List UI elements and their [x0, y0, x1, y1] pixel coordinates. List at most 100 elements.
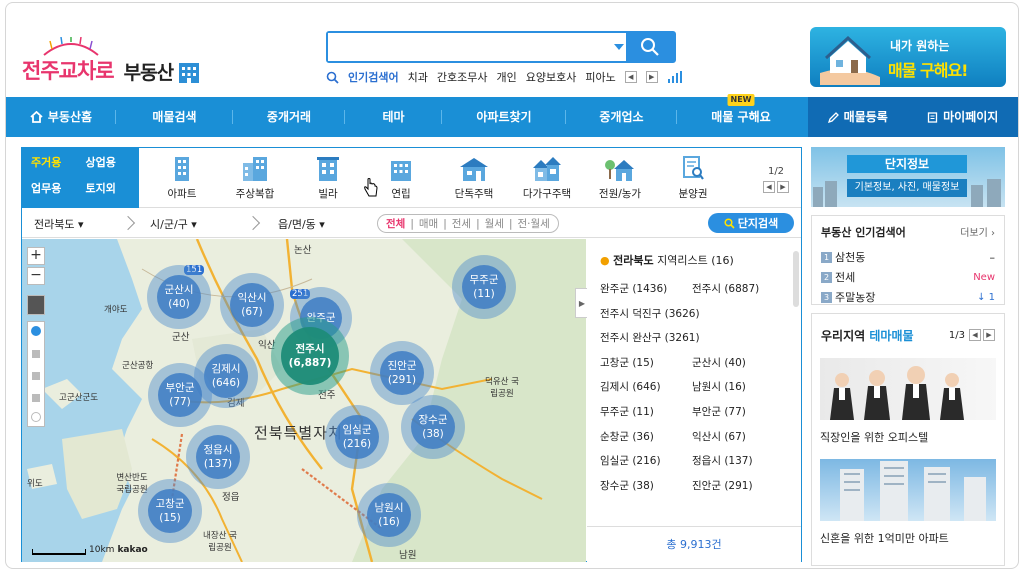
complex-info-banner[interactable]: 단지정보 기본정보, 사진, 매물정보: [811, 147, 1005, 207]
theme-image-office[interactable]: [820, 358, 996, 420]
next-arrow-icon[interactable]: ▶: [777, 181, 789, 193]
prev-arrow-icon[interactable]: ◀: [763, 181, 775, 193]
list-item: 임실군 (216) 정읍시 (137): [600, 453, 801, 478]
nav-home[interactable]: 부동산홈: [6, 97, 116, 137]
nav-item-apartment[interactable]: 아파트찾기: [442, 97, 566, 137]
deal-type-jeonse[interactable]: 전세: [452, 216, 471, 231]
chevron-right-icon: [245, 215, 261, 231]
popular-term[interactable]: 개인: [496, 69, 516, 85]
type-apartment[interactable]: 아파트: [152, 148, 212, 207]
popular-term[interactable]: 치과: [408, 69, 428, 85]
chart-icon[interactable]: [667, 71, 683, 83]
keyword-row[interactable]: 2 전세 New: [821, 267, 995, 287]
settings-icon[interactable]: [27, 295, 45, 315]
type-country-house[interactable]: 전원/농가: [590, 148, 650, 207]
map-cluster[interactable]: 군산시 (40): [147, 265, 211, 329]
nav-item-brokerage[interactable]: 중개거래: [233, 97, 345, 137]
theme-caption[interactable]: 직장인을 위한 오피스텔: [820, 429, 928, 445]
popular-term[interactable]: 피아노: [585, 69, 615, 85]
search-dropdown-icon[interactable]: [614, 44, 624, 50]
deal-type-sale[interactable]: 매매: [419, 216, 438, 231]
building-icon[interactable]: [32, 372, 40, 380]
zoom-out-button[interactable]: −: [27, 267, 45, 285]
town-select[interactable]: 읍/면/동 ▾: [278, 216, 325, 232]
region-link[interactable]: 정읍시 (137): [692, 453, 802, 478]
map-cluster[interactable]: 고창군 (15): [138, 479, 202, 543]
region-link[interactable]: 진안군 (291): [692, 478, 802, 503]
region-link[interactable]: 군산시 (40): [692, 355, 802, 380]
map-cluster[interactable]: 무주군 (11): [452, 255, 516, 319]
theme-caption[interactable]: 신혼을 위한 1억미만 아파트: [820, 530, 949, 546]
location-icon[interactable]: [31, 326, 41, 336]
popular-term[interactable]: 요양보호사: [526, 69, 577, 85]
map-cluster[interactable]: 임실군 (216): [325, 405, 389, 469]
type-mixed-use[interactable]: 주상복합: [225, 148, 285, 207]
deal-type-monthly[interactable]: 월세: [485, 216, 504, 231]
region-link[interactable]: 순창군 (36): [600, 429, 692, 454]
nav-item-wanted[interactable]: NEW 매물 구해요: [677, 94, 805, 137]
next-arrow-icon[interactable]: ▶: [983, 329, 995, 341]
keyword-row[interactable]: 3 주말농장 ↓ 1: [821, 287, 995, 307]
cluster-name: 익산시: [237, 292, 267, 304]
region-link[interactable]: 익산시 (67): [692, 429, 802, 454]
nav-mypage[interactable]: 마이페이지: [927, 97, 998, 137]
category-bar: 주거용 상업용 업무용 토지외 아파트 주상복합 빌라 연립 단독주택 다가구주…: [22, 148, 801, 208]
region-link[interactable]: 무주군 (11): [600, 404, 692, 429]
prev-arrow-icon[interactable]: ◀: [624, 71, 637, 83]
type-villa[interactable]: 빌라: [298, 148, 358, 207]
school-icon[interactable]: [32, 394, 40, 402]
map-cluster[interactable]: 익산시 (67): [220, 273, 284, 337]
prev-arrow-icon[interactable]: ◀: [969, 329, 981, 341]
region-link[interactable]: 김제시 (646): [600, 379, 692, 404]
nav-register[interactable]: 매물등록: [827, 97, 888, 137]
keyword: 주말농장: [835, 291, 876, 304]
type-presale[interactable]: 분양권: [663, 148, 723, 207]
search-input[interactable]: [328, 33, 618, 61]
site-logo[interactable]: 전주교차로 부동산: [22, 37, 200, 85]
document-search-icon: [683, 156, 704, 180]
deal-type-mixed[interactable]: 전·월세: [518, 216, 550, 231]
home-icon[interactable]: [32, 350, 40, 358]
map-view[interactable]: + − 논산 개야도 군산 익산 군산공항 고군산군도 김제 전주 덕유산 국립…: [22, 239, 586, 562]
map-cluster[interactable]: 장수군 (38): [401, 395, 465, 459]
region-link[interactable]: 고창군 (15): [600, 355, 692, 380]
city-select[interactable]: 시/군/구 ▾: [150, 216, 197, 232]
theme-image-apartment[interactable]: [820, 459, 996, 521]
tab-residential[interactable]: 주거용: [26, 154, 81, 176]
type-multi-family[interactable]: 다가구주택: [517, 148, 577, 207]
crosshair-icon[interactable]: [31, 412, 41, 422]
popular-term[interactable]: 간호조무사: [437, 69, 488, 85]
map-cluster[interactable]: 부안군 (77): [148, 363, 212, 427]
more-link[interactable]: 더보기 ›: [960, 224, 995, 240]
region-link[interactable]: 전주시 완산구 (3261): [600, 330, 802, 355]
tab-land[interactable]: 토지외: [81, 180, 136, 202]
next-arrow-icon[interactable]: ▶: [645, 71, 658, 83]
region-link[interactable]: 전주시 (6887): [692, 281, 802, 306]
region-link[interactable]: 남원시 (16): [692, 379, 802, 404]
tab-commercial[interactable]: 상업용: [81, 154, 136, 176]
region-link[interactable]: 장수군 (38): [600, 478, 692, 503]
map-cluster-selected[interactable]: 전주시 (6,887): [271, 317, 349, 395]
type-row-house[interactable]: 연립: [364, 148, 431, 207]
region-link[interactable]: 완주군 (1436): [600, 281, 692, 306]
rank-change: ↓ 1: [977, 291, 995, 303]
nav-item-agencies[interactable]: 중개업소: [566, 97, 677, 137]
keyword-row[interactable]: 1 삼천동 –: [821, 247, 995, 267]
province-select[interactable]: 전라북도 ▾: [34, 216, 84, 232]
zoom-in-button[interactable]: +: [27, 247, 45, 265]
map-cluster[interactable]: 남원시 (16): [357, 483, 421, 547]
banner-line-2: 매물 구해요!: [888, 61, 968, 80]
deal-type-all[interactable]: 전체: [386, 216, 405, 231]
request-banner[interactable]: 내가 원하는 매물 구해요!: [810, 27, 1006, 87]
scrollbar[interactable]: [793, 251, 799, 307]
type-detached-house[interactable]: 단독주택: [444, 148, 504, 207]
region-link[interactable]: 전주시 덕진구 (3626): [600, 306, 802, 331]
nav-item-theme[interactable]: 테마: [345, 97, 442, 137]
region-link[interactable]: 임실군 (216): [600, 453, 692, 478]
map-cluster[interactable]: 정읍시 (137): [186, 425, 250, 489]
region-link[interactable]: 부안군 (77): [692, 404, 802, 429]
complex-search-button[interactable]: 단지검색: [708, 213, 794, 233]
nav-item-search[interactable]: 매물검색: [116, 97, 233, 137]
search-button[interactable]: [626, 33, 674, 61]
tab-office[interactable]: 업무용: [26, 180, 81, 202]
